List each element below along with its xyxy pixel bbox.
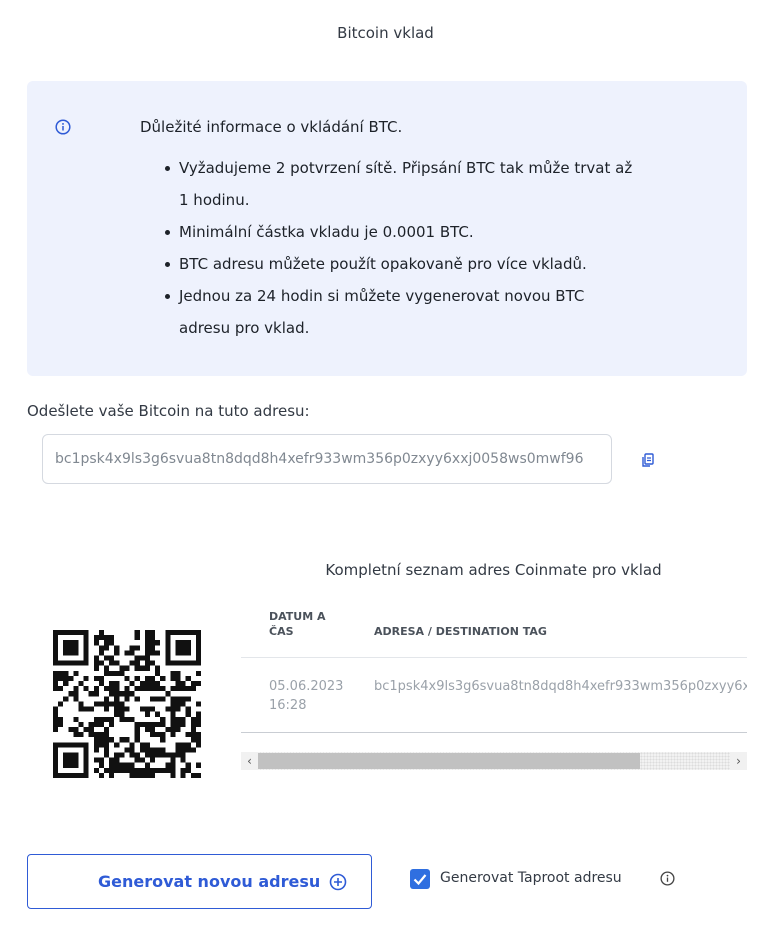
info-item: Minimální částka vkladu je 0.0001 BTC. [165, 216, 635, 248]
copy-icon[interactable] [638, 450, 658, 470]
taproot-checkbox[interactable] [410, 869, 430, 889]
qr-code [53, 630, 201, 778]
info-item: Jednou za 24 hodin si můžete vygenerovat… [165, 280, 635, 344]
generate-address-button[interactable]: Generovat novou adresu [27, 854, 372, 909]
scroll-left-arrow-icon[interactable]: ‹ [241, 752, 258, 770]
table-divider [241, 732, 747, 733]
address-table: DATUM A ČAS ADRESA / DESTINATION TAG 05.… [241, 600, 747, 772]
info-heading: Důležité informace o vkládání BTC. [140, 118, 403, 136]
table-cell-address: bc1psk4x9ls3g6svua8tn8dqd8h4xefr933wm356… [374, 679, 747, 694]
address-list-title: Kompletní seznam adres Coinmate pro vkla… [325, 561, 662, 579]
generate-address-label: Generovat novou adresu [98, 872, 321, 891]
table-cell-date: 05.06.2023 16:28 [269, 679, 344, 713]
info-box: Důležité informace o vkládání BTC. Vyžad… [27, 81, 747, 376]
horizontal-scrollbar[interactable]: ‹ › [241, 752, 747, 770]
send-address-label: Odešlete vaše Bitcoin na tuto adresu: [27, 402, 310, 420]
taproot-info-icon[interactable] [660, 871, 675, 886]
deposit-address-field[interactable] [42, 434, 612, 484]
column-header-date: DATUM A ČAS [269, 610, 326, 638]
plus-circle-icon [329, 873, 347, 891]
info-icon [55, 119, 71, 135]
scrollbar-thumb[interactable] [258, 753, 640, 769]
check-icon [413, 874, 427, 886]
info-item: Vyžadujeme 2 potvrzení sítě. Připsání BT… [165, 152, 635, 216]
info-item: BTC adresu můžete použít opakovaně pro v… [165, 248, 635, 280]
page-title: Bitcoin vklad [337, 24, 434, 42]
scroll-right-arrow-icon[interactable]: › [730, 752, 747, 770]
table-divider [241, 657, 747, 658]
column-header-address: ADRESA / DESTINATION TAG [374, 625, 547, 638]
taproot-label: Generovat Taproot adresu [440, 870, 622, 886]
info-list: Vyžadujeme 2 potvrzení sítě. Připsání BT… [165, 152, 635, 344]
